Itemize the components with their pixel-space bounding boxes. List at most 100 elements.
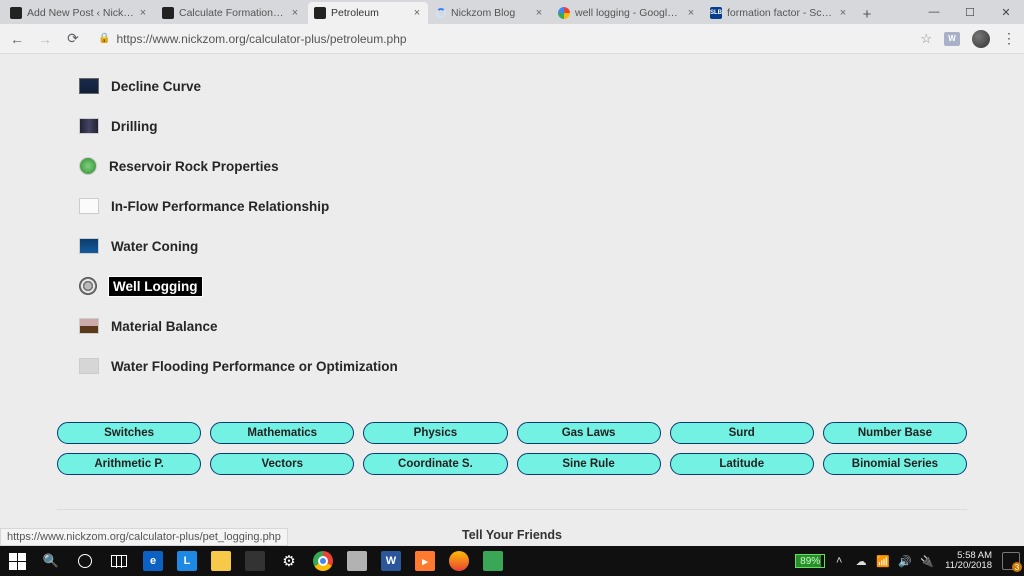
btn-surd[interactable]: Surd: [670, 422, 814, 444]
category-icon: [79, 318, 99, 334]
category-inflow-performance[interactable]: In-Flow Performance Relationship: [79, 186, 967, 226]
profile-avatar[interactable]: [972, 30, 990, 48]
btn-number-base[interactable]: Number Base: [823, 422, 967, 444]
tab-schlumberger[interactable]: SLB formation factor - Schlu… ×: [704, 2, 854, 24]
new-tab-button[interactable]: +: [856, 4, 878, 24]
btn-gas-laws[interactable]: Gas Laws: [517, 422, 661, 444]
category-label: Drilling: [111, 119, 158, 134]
category-reservoir-rock[interactable]: Reservoir Rock Properties: [79, 146, 967, 186]
battery-indicator[interactable]: 89%: [795, 554, 825, 568]
category-icon: [79, 277, 97, 295]
battery-percent: 89%: [800, 556, 820, 567]
windows-taskbar: 🔍 e L ⚙ W ▸ 89% ˄ ☁ 📶 🔊 🔌 5:58 AM 11/20/…: [0, 546, 1024, 576]
status-url: https://www.nickzom.org/calculator-plus/…: [7, 531, 281, 543]
address-bar[interactable]: 🔒 https://www.nickzom.org/calculator-plu…: [92, 28, 902, 50]
category-drilling[interactable]: Drilling: [79, 106, 967, 146]
btn-sine-rule[interactable]: Sine Rule: [517, 453, 661, 475]
task-view-button[interactable]: [102, 546, 136, 576]
slb-favicon-icon: SLB: [710, 7, 722, 19]
tab-title: well logging - Google S…: [575, 7, 682, 19]
tray-chevron-up-icon[interactable]: ˄: [831, 555, 847, 567]
cortana-search-button[interactable]: 🔍: [34, 546, 68, 576]
cortana-circle-button[interactable]: [68, 546, 102, 576]
btn-latitude[interactable]: Latitude: [670, 453, 814, 475]
favicon-icon: [314, 7, 326, 19]
btn-arithmetic-p[interactable]: Arithmetic P.: [57, 453, 201, 475]
taskbar-app-l[interactable]: L: [170, 546, 204, 576]
favicon-icon: [162, 7, 174, 19]
browser-tab-strip: Add New Post ‹ Nickzo… × Calculate Forma…: [0, 0, 1024, 24]
category-icon: [79, 198, 99, 214]
category-label: Decline Curve: [111, 79, 201, 94]
back-button[interactable]: ←: [8, 30, 26, 48]
close-icon[interactable]: ×: [290, 7, 300, 19]
status-bar: https://www.nickzom.org/calculator-plus/…: [0, 528, 288, 546]
tray-volume-icon[interactable]: 🔊: [897, 555, 913, 568]
btn-binomial[interactable]: Binomial Series: [823, 453, 967, 475]
tray-onedrive-icon[interactable]: ☁: [853, 555, 869, 568]
tab-title: Calculate Formation Fa…: [179, 7, 286, 19]
browser-menu-button[interactable]: ⋮: [1002, 30, 1016, 47]
close-icon[interactable]: ×: [412, 7, 422, 19]
close-icon[interactable]: ×: [838, 7, 848, 19]
taskbar-pdf[interactable]: [340, 546, 374, 576]
taskbar-app-orange[interactable]: [442, 546, 476, 576]
minimize-button[interactable]: —: [916, 0, 952, 24]
category-water-flooding[interactable]: Water Flooding Performance or Optimizati…: [79, 346, 967, 386]
tray-power-icon[interactable]: 🔌: [919, 555, 935, 568]
category-label: Water Coning: [111, 239, 198, 254]
start-button[interactable]: [0, 546, 34, 576]
close-icon[interactable]: ×: [686, 7, 696, 19]
tray-network-icon[interactable]: 📶: [875, 555, 891, 568]
btn-coordinate-s[interactable]: Coordinate S.: [363, 453, 507, 475]
category-material-balance[interactable]: Material Balance: [79, 306, 967, 346]
category-well-logging[interactable]: Well Logging: [79, 266, 967, 306]
browser-toolbar: ← → ⟳ 🔒 https://www.nickzom.org/calculat…: [0, 24, 1024, 54]
btn-mathematics[interactable]: Mathematics: [210, 422, 354, 444]
category-icon: [79, 238, 99, 254]
divider: [57, 509, 967, 510]
tab-title: formation factor - Schlu…: [727, 7, 834, 19]
tab-petroleum[interactable]: Petroleum ×: [308, 2, 428, 24]
taskbar-chrome[interactable]: [306, 546, 340, 576]
category-label: Material Balance: [111, 319, 218, 334]
close-icon[interactable]: ×: [534, 7, 544, 19]
taskbar-media[interactable]: ▸: [408, 546, 442, 576]
category-icon: [79, 78, 99, 94]
category-icon: [79, 118, 99, 134]
google-favicon-icon: [558, 7, 570, 19]
category-decline-curve[interactable]: Decline Curve: [79, 66, 967, 106]
clock-date: 11/20/2018: [945, 561, 992, 571]
url-text: https://www.nickzom.org/calculator-plus/…: [116, 32, 406, 46]
category-list: Decline Curve Drilling Reservoir Rock Pr…: [57, 54, 967, 386]
taskbar-calculator[interactable]: [238, 546, 272, 576]
forward-button[interactable]: →: [36, 30, 54, 48]
bookmark-star-icon[interactable]: ☆: [920, 31, 932, 47]
loading-spinner-icon: [436, 8, 446, 18]
reload-button[interactable]: ⟳: [64, 30, 82, 48]
category-label: In-Flow Performance Relationship: [111, 199, 329, 214]
tab-calculate-formation[interactable]: Calculate Formation Fa… ×: [156, 2, 306, 24]
tab-nickzom-blog[interactable]: Nickzom Blog ×: [430, 2, 550, 24]
btn-vectors[interactable]: Vectors: [210, 453, 354, 475]
tab-add-new-post[interactable]: Add New Post ‹ Nickzo… ×: [4, 2, 154, 24]
tab-google-search[interactable]: well logging - Google S… ×: [552, 2, 702, 24]
btn-switches[interactable]: Switches: [57, 422, 201, 444]
category-label: Reservoir Rock Properties: [109, 159, 279, 174]
taskbar-word[interactable]: W: [374, 546, 408, 576]
taskbar-settings[interactable]: ⚙: [272, 546, 306, 576]
taskbar-app-green[interactable]: [476, 546, 510, 576]
category-label: Water Flooding Performance or Optimizati…: [111, 359, 398, 374]
maximize-button[interactable]: ☐: [952, 0, 988, 24]
taskbar-file-explorer[interactable]: [204, 546, 238, 576]
window-controls: — ☐ ✕: [916, 0, 1024, 24]
action-center-button[interactable]: [1002, 552, 1020, 570]
close-window-button[interactable]: ✕: [988, 0, 1024, 24]
category-water-coning[interactable]: Water Coning: [79, 226, 967, 266]
taskbar-edge[interactable]: e: [136, 546, 170, 576]
tab-title: Petroleum: [331, 7, 408, 19]
btn-physics[interactable]: Physics: [363, 422, 507, 444]
taskbar-clock[interactable]: 5:58 AM 11/20/2018: [941, 551, 996, 572]
close-icon[interactable]: ×: [138, 7, 148, 19]
extension-icon[interactable]: W: [944, 32, 960, 46]
